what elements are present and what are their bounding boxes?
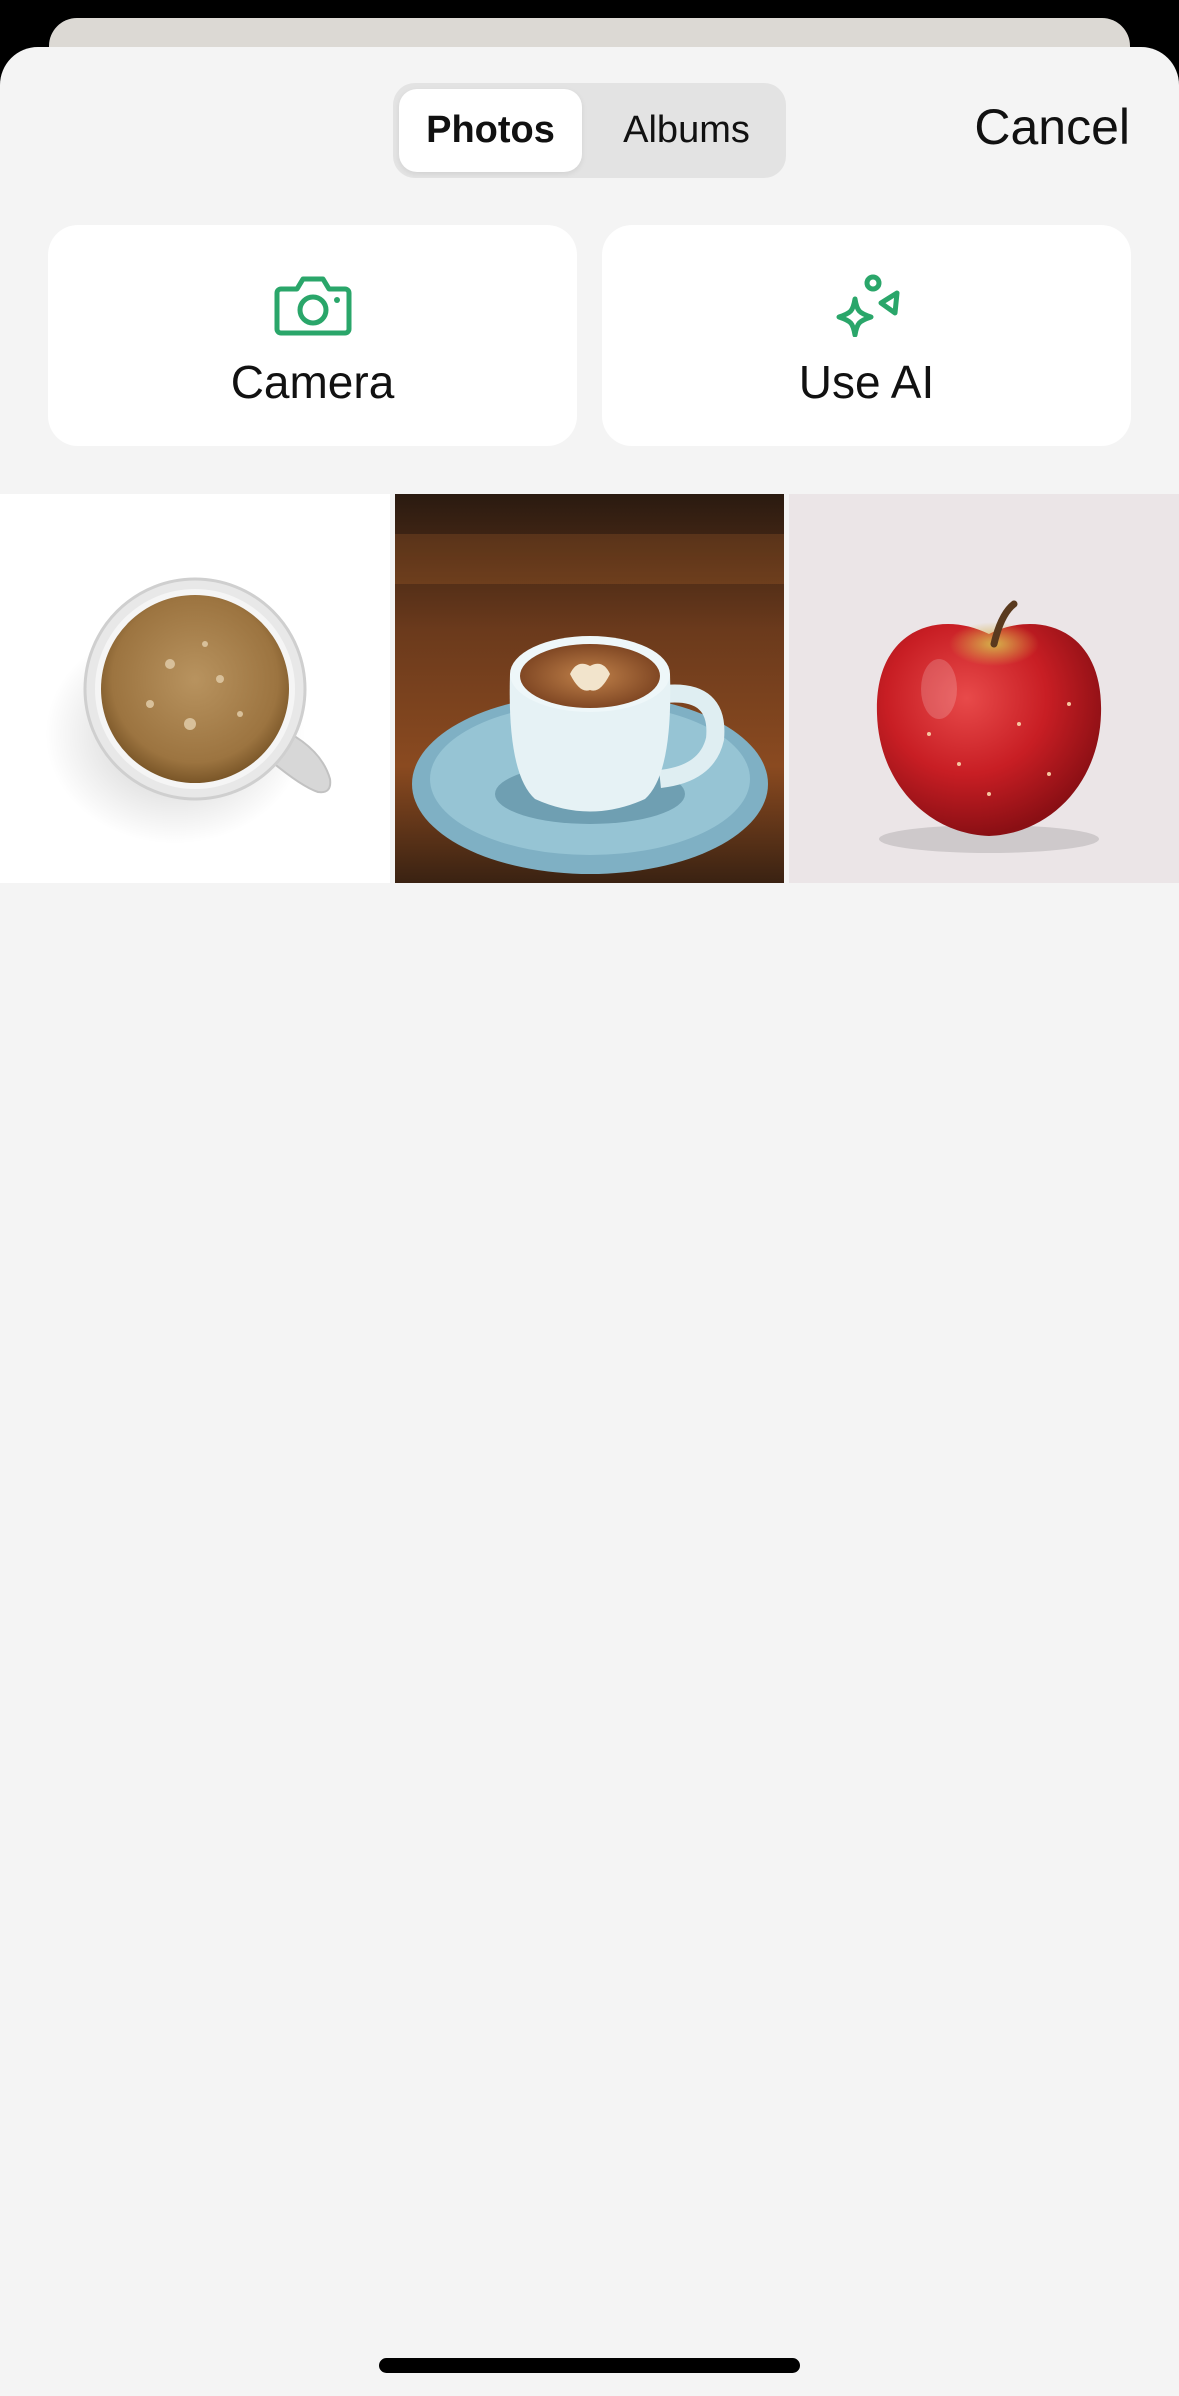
photo-thumbnail-apple[interactable] [789, 494, 1179, 883]
source-segmented-control: Photos Albums [393, 83, 786, 178]
home-indicator[interactable] [379, 2358, 800, 2373]
tab-albums[interactable]: Albums [593, 89, 780, 172]
photo-thumbnail-latte-cup[interactable] [395, 494, 784, 883]
sparkle-shapes-icon [836, 274, 899, 337]
camera-label: Camera [230, 356, 395, 408]
camera-button[interactable]: Camera [48, 225, 577, 446]
apple-image [789, 494, 1179, 883]
camera-icon [274, 276, 351, 336]
photo-picker-sheet: Photos Albums Cancel Camera Use AI [0, 47, 1179, 2396]
cancel-button[interactable]: Cancel [974, 97, 1130, 157]
latte-cup-image [395, 494, 784, 883]
use-ai-label: Use AI [798, 356, 935, 408]
photo-grid [0, 494, 1179, 883]
photo-thumbnail-coffee-cup[interactable] [0, 494, 390, 883]
use-ai-button[interactable]: Use AI [602, 225, 1131, 446]
coffee-cup-image [0, 494, 390, 883]
tab-photos[interactable]: Photos [399, 89, 582, 172]
